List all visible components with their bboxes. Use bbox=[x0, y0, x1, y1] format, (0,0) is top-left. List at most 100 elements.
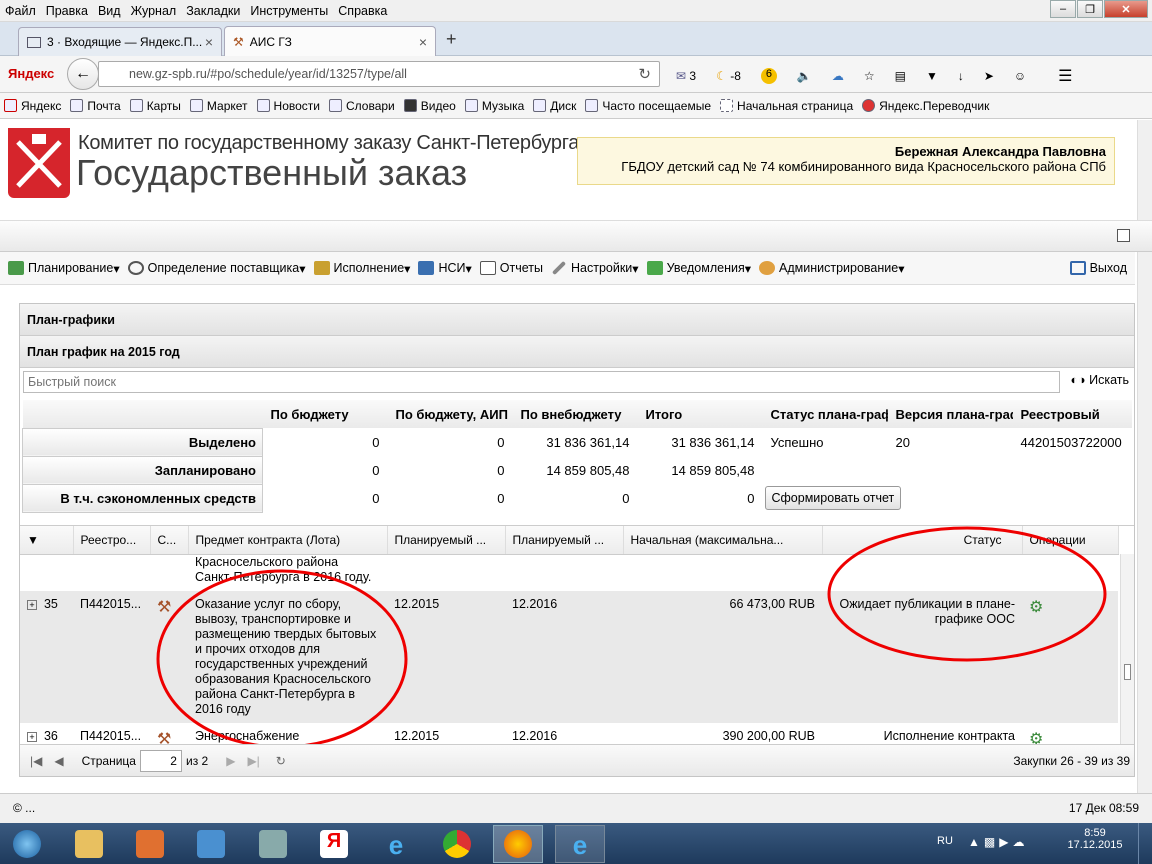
menu-nsi[interactable]: НСИ ▾ bbox=[418, 261, 472, 276]
bookmark-label: Диск bbox=[550, 98, 577, 113]
grid-scrollbar-thumb[interactable] bbox=[1124, 664, 1131, 680]
taskbar-media[interactable] bbox=[125, 825, 175, 863]
taskbar-firefox[interactable] bbox=[493, 825, 543, 863]
bookmark-yandex[interactable]: Яндекс bbox=[4, 99, 61, 113]
taskbar-app[interactable] bbox=[248, 825, 298, 863]
menu-settings[interactable]: Настройки ▾ bbox=[551, 260, 639, 276]
user-name: Бережная Александра Павловна bbox=[894, 144, 1106, 159]
reading-list-icon[interactable]: ▤ bbox=[895, 69, 906, 83]
menu-execution[interactable]: Исполнение ▾ bbox=[313, 261, 410, 276]
close-tab-icon[interactable]: × bbox=[419, 34, 427, 50]
col-reg-number[interactable]: Реестро... bbox=[73, 526, 151, 555]
search-button[interactable]: ◐◑ Искать bbox=[1071, 373, 1130, 387]
user-org: ГБДОУ детский сад № 74 комбинированного … bbox=[621, 159, 1106, 174]
cloud-icon[interactable]: ☁ bbox=[832, 69, 844, 83]
menu-file[interactable]: Файл bbox=[0, 4, 41, 18]
menu-planning[interactable]: Планирование ▾ bbox=[8, 261, 120, 276]
speaker-icon[interactable]: 🔈 bbox=[797, 69, 812, 83]
hamburger-menu-icon[interactable]: ☰ bbox=[1058, 66, 1072, 86]
menu-reports[interactable]: Отчеты bbox=[479, 261, 543, 275]
mail-icon bbox=[197, 830, 225, 858]
bookmark-news[interactable]: Новости bbox=[256, 98, 320, 113]
logout-button[interactable]: Выход bbox=[1069, 261, 1127, 275]
menu-edit[interactable]: Правка bbox=[41, 4, 93, 18]
col-operations[interactable]: Операции bbox=[1022, 526, 1119, 555]
first-page-icon[interactable]: |◀ bbox=[30, 754, 42, 768]
table-row[interactable]: + 35 П442015... ⚒ Оказание услуг по сбор… bbox=[20, 590, 1118, 723]
pocket-icon[interactable]: ▼ bbox=[926, 69, 938, 83]
menu-history[interactable]: Журнал bbox=[126, 4, 182, 18]
bookmark-disk[interactable]: Диск bbox=[533, 99, 576, 113]
taskbar-ie[interactable]: e bbox=[371, 825, 421, 863]
filter-header[interactable]: ▼ bbox=[20, 526, 74, 555]
bookmark-most-visited[interactable]: Часто посещаемые bbox=[585, 99, 711, 113]
close-window-button[interactable]: ✕ bbox=[1104, 0, 1148, 18]
menu-bookmarks[interactable]: Закладки bbox=[181, 4, 245, 18]
start-button[interactable] bbox=[2, 825, 52, 863]
weather-widget[interactable]: ☾ -8 bbox=[716, 69, 741, 83]
send-icon[interactable]: ➤ bbox=[984, 69, 994, 83]
next-page-icon[interactable]: ▶ bbox=[226, 754, 235, 768]
operations-gear-icon[interactable]: ⚙ bbox=[1029, 731, 1043, 745]
taskbar-ie2[interactable]: e bbox=[555, 825, 605, 863]
taskbar-explorer[interactable] bbox=[64, 825, 114, 863]
operations-gear-icon[interactable]: ⚙ bbox=[1029, 599, 1043, 616]
menu-supplier[interactable]: Определение поставщика ▾ bbox=[127, 261, 306, 276]
col-subject[interactable]: Предмет контракта (Лота) bbox=[188, 526, 388, 555]
bookmark-label: Новости bbox=[273, 98, 320, 113]
col-status[interactable]: Статус bbox=[822, 526, 1023, 555]
mail-counter[interactable]: ✉ 3 bbox=[676, 69, 696, 83]
menu-admin[interactable]: Администрирование ▾ bbox=[759, 261, 905, 276]
bookmark-dictionaries[interactable]: Словари bbox=[328, 99, 395, 113]
search-input[interactable] bbox=[23, 371, 1060, 393]
tab-mail[interactable]: 3 · Входящие — Яндекс.П... × bbox=[18, 27, 222, 56]
bookmark-video[interactable]: Видео bbox=[403, 99, 456, 113]
last-page-icon[interactable]: ▶| bbox=[247, 754, 259, 768]
menu-notifications[interactable]: Уведомления ▾ bbox=[646, 261, 751, 276]
taskbar-chrome[interactable] bbox=[432, 825, 482, 863]
bookmark-start-page[interactable]: Начальная страница bbox=[720, 99, 853, 113]
expand-icon[interactable]: + bbox=[27, 731, 37, 742]
bookmark-music[interactable]: Музыка bbox=[464, 99, 524, 113]
taskbar-yandex[interactable]: Я bbox=[309, 825, 359, 863]
tab-aisgz[interactable]: ⚒ АИС ГЗ × bbox=[224, 26, 436, 56]
maximize-button[interactable]: ❐ bbox=[1077, 0, 1103, 18]
summary-row-allocated: Выделено 0 0 31 836 361,14 31 836 361,14… bbox=[22, 427, 1133, 457]
tray-icons[interactable]: ▲▩▶☁ bbox=[968, 835, 1028, 849]
col-s[interactable]: С... bbox=[150, 526, 189, 555]
bookmark-maps[interactable]: Карты bbox=[129, 99, 181, 113]
menu-help[interactable]: Справка bbox=[333, 4, 392, 18]
new-tab-button[interactable]: + bbox=[446, 29, 457, 50]
page-input[interactable]: 2 bbox=[139, 749, 182, 772]
show-desktop-button[interactable] bbox=[1138, 823, 1152, 864]
minimize-button[interactable]: – bbox=[1050, 0, 1076, 18]
prev-page-icon[interactable]: ◀ bbox=[54, 754, 63, 768]
menu-view[interactable]: Вид bbox=[93, 4, 126, 18]
star-icon[interactable]: ☆ bbox=[864, 69, 875, 83]
close-tab-icon[interactable]: × bbox=[205, 34, 213, 50]
address-bar[interactable]: new.gz-spb.ru/#po/schedule/year/id/13257… bbox=[98, 61, 660, 87]
col-plan-date-2[interactable]: Планируемый ... bbox=[505, 526, 624, 555]
bookmark-market[interactable]: Маркет bbox=[189, 99, 248, 113]
col-plan-date-1[interactable]: Планируемый ... bbox=[387, 526, 506, 555]
back-button[interactable]: ← bbox=[67, 58, 99, 90]
bookmark-translator[interactable]: Яндекс.Переводчик bbox=[862, 99, 989, 113]
bookmark-mail[interactable]: Почта bbox=[70, 99, 121, 113]
col-initial-price[interactable]: Начальная (максимальна... bbox=[623, 526, 823, 555]
search-label: Искать bbox=[1089, 373, 1129, 387]
collapse-icon[interactable] bbox=[1117, 229, 1130, 242]
generate-report-button[interactable]: Сформировать отчет bbox=[764, 486, 902, 510]
clock[interactable]: 8:59 17.12.2015 bbox=[1060, 827, 1130, 851]
refresh-icon[interactable]: ↻ bbox=[276, 754, 286, 768]
expand-icon[interactable]: + bbox=[27, 599, 37, 610]
language-indicator[interactable]: RU bbox=[937, 835, 953, 847]
grid-scrollbar[interactable] bbox=[1120, 554, 1134, 744]
menu-tools[interactable]: Инструменты bbox=[245, 4, 333, 18]
table-row[interactable]: + 36 П442015... ⚒ Энергоснабжение 12.201… bbox=[20, 723, 1118, 745]
yandex-logo[interactable]: Яндекс bbox=[8, 66, 54, 81]
smiley-icon[interactable]: ☺ bbox=[1014, 69, 1026, 83]
download-icon[interactable]: ↓ bbox=[958, 69, 964, 83]
reload-icon[interactable]: ↻ bbox=[638, 65, 651, 83]
taskbar-mail[interactable] bbox=[186, 825, 236, 863]
traffic-badge[interactable]: 6 bbox=[760, 68, 777, 84]
